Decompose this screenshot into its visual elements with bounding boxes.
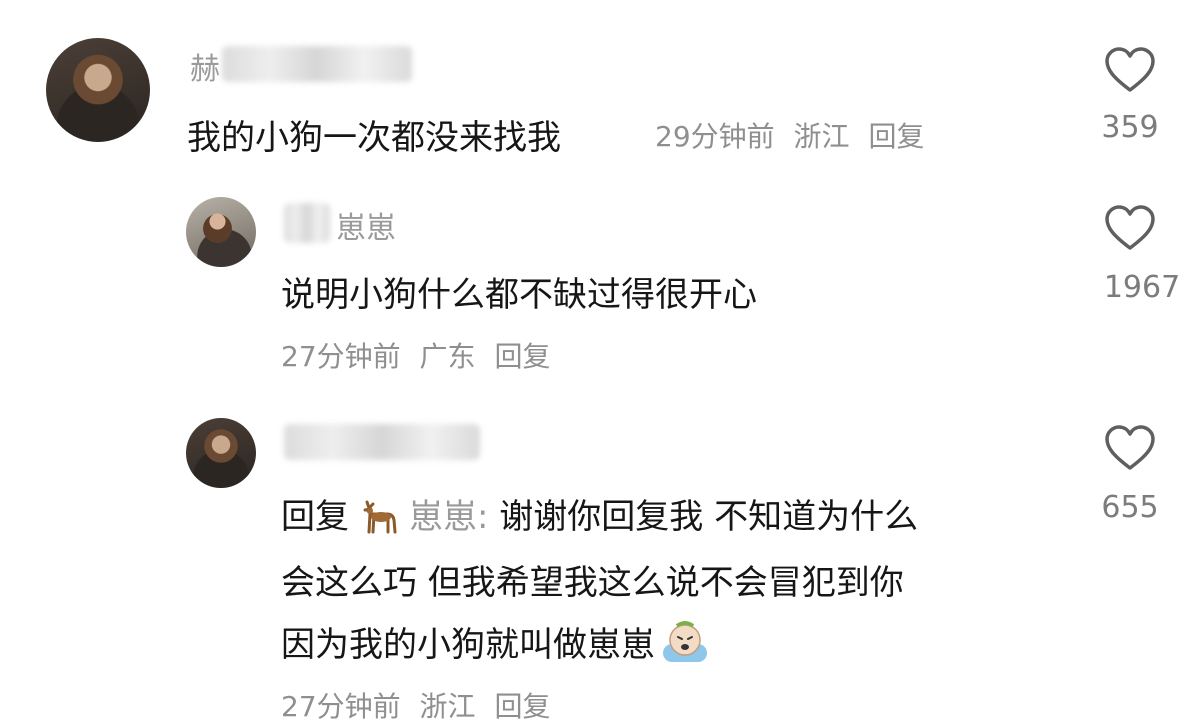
comment-text-line: 因为我的小狗就叫做崽崽 (281, 617, 711, 666)
timestamp: 29分钟前 (655, 120, 775, 153)
avatar[interactable] (186, 418, 256, 488)
username-visible: 赫 (190, 52, 220, 87)
like-count: 1967 (1103, 270, 1181, 305)
heart-outline-icon[interactable] (1104, 424, 1156, 472)
crying-emoji-icon (663, 621, 707, 662)
blurred-username (284, 203, 330, 243)
comment-username[interactable]: 赫 (190, 44, 220, 88)
like-count: 359 (1101, 110, 1159, 145)
comment-meta: 27分钟前 浙江 回复 (281, 685, 560, 725)
reply-button[interactable]: 回复 (868, 120, 924, 153)
comment-meta: 29分钟前 浙江 回复 (655, 115, 934, 155)
heart-outline-icon[interactable] (1104, 46, 1156, 94)
blurred-username (284, 424, 480, 460)
heart-outline-icon[interactable] (1104, 204, 1156, 252)
blurred-username (222, 46, 412, 82)
like-count: 655 (1101, 490, 1159, 525)
avatar[interactable] (46, 38, 150, 142)
location: 浙江 (419, 690, 476, 723)
location: 浙江 (793, 120, 850, 153)
reply-button[interactable]: 回复 (494, 690, 550, 723)
comment-username[interactable]: 崽崽 (336, 203, 396, 247)
comment-meta: 27分钟前 广东 回复 (281, 335, 560, 375)
comment-text: 我的小狗一次都没来找我 (187, 118, 561, 158)
location: 广东 (419, 340, 476, 373)
timestamp: 27分钟前 (281, 340, 401, 373)
comment-text-line: 回复 崽崽: 谢谢你回复我 不知道为什么 (281, 497, 919, 537)
timestamp: 27分钟前 (281, 690, 401, 723)
reply-button[interactable]: 回复 (494, 340, 550, 373)
avatar[interactable] (186, 197, 256, 267)
comment-text: 说明小狗什么都不缺过得很开心 (281, 275, 757, 315)
reply-prefix: 回复 (281, 497, 349, 537)
reply-target-name[interactable]: 崽崽: (409, 497, 488, 537)
comment-text-line: 会这么巧 但我希望我这么说不会冒犯到你 (281, 563, 904, 603)
deer-emoji-icon (363, 500, 397, 534)
